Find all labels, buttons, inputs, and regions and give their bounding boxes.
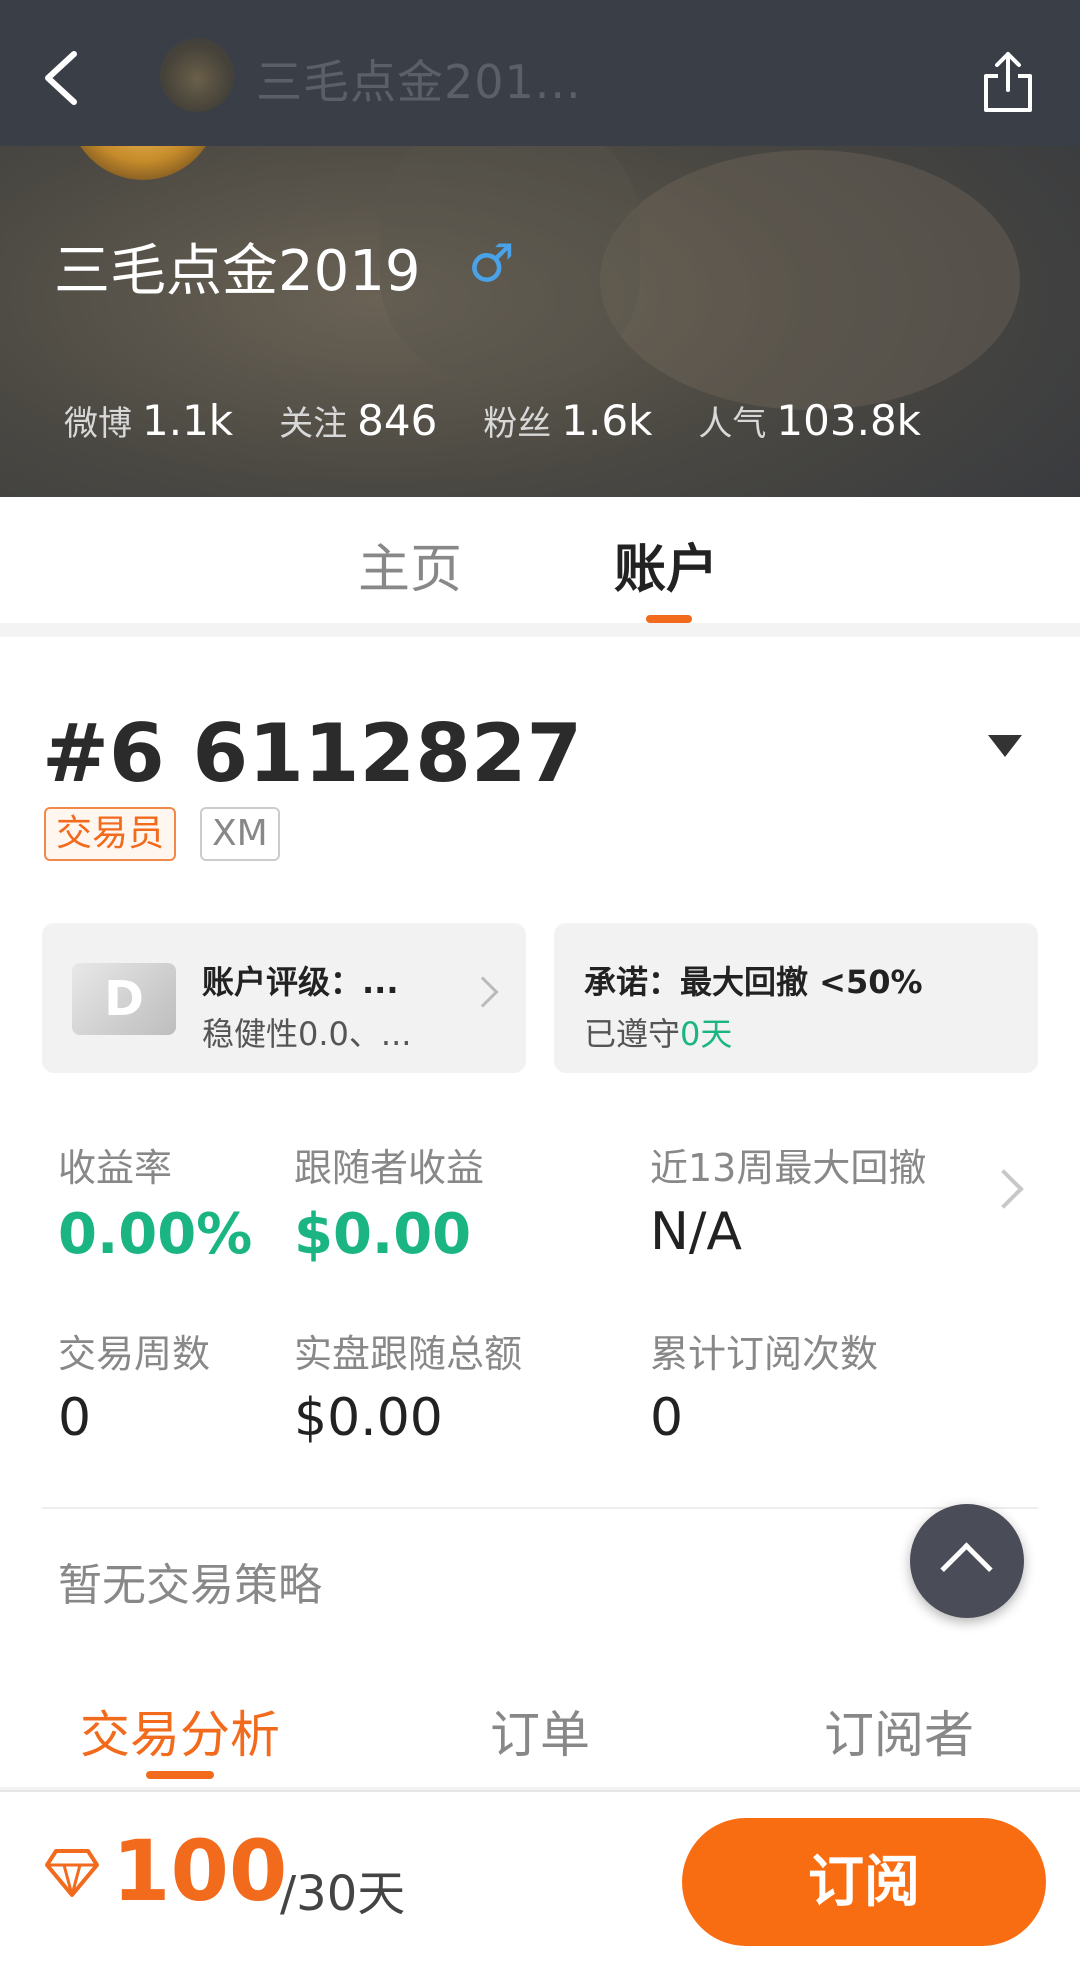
metric-label: 跟随者收益: [294, 1146, 485, 1190]
share-icon[interactable]: [980, 48, 1036, 116]
diamond-icon: [45, 1849, 99, 1897]
nav-title: 三毛点金201...: [256, 55, 582, 109]
metric-label: 累计订阅次数: [650, 1332, 879, 1376]
price-period: /30天: [280, 1866, 406, 1922]
stat-followers[interactable]: 粉丝 1.6k: [483, 396, 652, 445]
stat-label: 微博: [64, 404, 132, 444]
metric-label: 实盘跟随总额: [294, 1332, 523, 1376]
metric-value: N/A: [650, 1202, 742, 1262]
metric-follower-profit: 跟随者收益 $0.00: [294, 1137, 484, 1267]
strategy-text: 暂无交易策略: [58, 1560, 322, 1611]
tab-subscribers[interactable]: 订阅者: [824, 1695, 974, 1767]
username: 三毛点金2019: [54, 239, 421, 304]
subscribe-bar: 100 /30天 订阅: [0, 1790, 1080, 1972]
account-card: #6 6112827 交易员 XM D 账户评级：... 稳健性0.0、... …: [0, 637, 1080, 1667]
metric-value: 0: [58, 1388, 92, 1448]
role-badge: 交易员: [44, 807, 177, 861]
price: 100: [112, 1822, 288, 1920]
main-tabs: 主页 账户: [0, 497, 1080, 623]
stat-value: 846: [357, 396, 438, 445]
background-blur: [600, 150, 1020, 410]
subscribe-button[interactable]: 订阅: [682, 1818, 1046, 1946]
active-tab-indicator: [146, 1771, 214, 1779]
metric-trading-weeks: 交易周数 0: [58, 1323, 210, 1448]
account-id: #6 6112827: [42, 707, 583, 800]
stat-weibo[interactable]: 微博 1.1k: [64, 396, 233, 445]
account-rating-panel[interactable]: D 账户评级：... 稳健性0.0、...: [42, 923, 526, 1073]
top-nav-bar: 三毛点金201...: [0, 0, 1080, 146]
promise-title: 承诺：最大回撤 <50%: [584, 963, 923, 1001]
rating-grade-icon: D: [72, 963, 176, 1035]
rating-title: 账户评级：...: [202, 963, 399, 1001]
metric-label: 交易周数: [58, 1332, 211, 1376]
metric-value: 0: [650, 1388, 684, 1448]
promise-panel[interactable]: 承诺：最大回撤 <50% 已遵守0天: [554, 923, 1038, 1073]
metric-value: $0.00: [294, 1388, 443, 1448]
tab-trade-analysis[interactable]: 交易分析: [80, 1695, 280, 1767]
tab-account[interactable]: 账户: [614, 527, 718, 602]
analysis-tabs: 交易分析 订单 订阅者: [0, 1667, 1080, 1787]
back-arrow-icon[interactable]: [38, 48, 84, 108]
stat-label: 粉丝: [483, 404, 552, 444]
profile-stats: 微博 1.1k 关注 846 粉丝 1.6k 人气 103.8k: [64, 396, 921, 445]
metric-subscription-count: 累计订阅次数 0: [650, 1323, 878, 1448]
active-tab-indicator: [646, 615, 692, 623]
chevron-right-icon[interactable]: [984, 1169, 1024, 1209]
metric-max-drawdown[interactable]: 近13周最大回撤 N/A: [650, 1137, 926, 1262]
stat-value: 103.8k: [776, 396, 921, 445]
nav-avatar: [160, 38, 234, 112]
tab-orders[interactable]: 订单: [490, 1695, 590, 1767]
metric-value: $0.00: [294, 1202, 472, 1267]
stat-label: 关注: [279, 404, 348, 444]
stat-label: 人气: [698, 404, 767, 444]
promise-kept-label: 已遵守: [584, 1015, 681, 1053]
stat-following[interactable]: 关注 846: [279, 396, 437, 445]
stat-popularity: 人气 103.8k: [698, 396, 921, 445]
metric-follow-total: 实盘跟随总额 $0.00: [294, 1323, 522, 1448]
male-gender-icon: ♂: [468, 234, 515, 294]
metric-return-rate: 收益率 0.00%: [58, 1137, 252, 1267]
rating-subtitle: 稳健性0.0、...: [202, 1015, 412, 1053]
divider: [42, 1507, 1038, 1509]
chevron-right-icon: [467, 976, 499, 1008]
stat-value: 1.6k: [561, 396, 653, 445]
promise-status: 已遵守0天: [584, 1009, 732, 1055]
promise-kept-days: 0天: [680, 1015, 733, 1053]
metric-label: 近13周最大回撤: [650, 1146, 927, 1190]
metric-value: 0.00%: [58, 1202, 253, 1267]
dropdown-caret-icon[interactable]: [988, 735, 1022, 757]
tab-home[interactable]: 主页: [358, 527, 462, 602]
scroll-to-top-button[interactable]: [910, 1504, 1024, 1618]
metric-label: 收益率: [58, 1146, 173, 1190]
stat-value: 1.1k: [142, 396, 234, 445]
broker-badge: XM: [200, 807, 280, 861]
